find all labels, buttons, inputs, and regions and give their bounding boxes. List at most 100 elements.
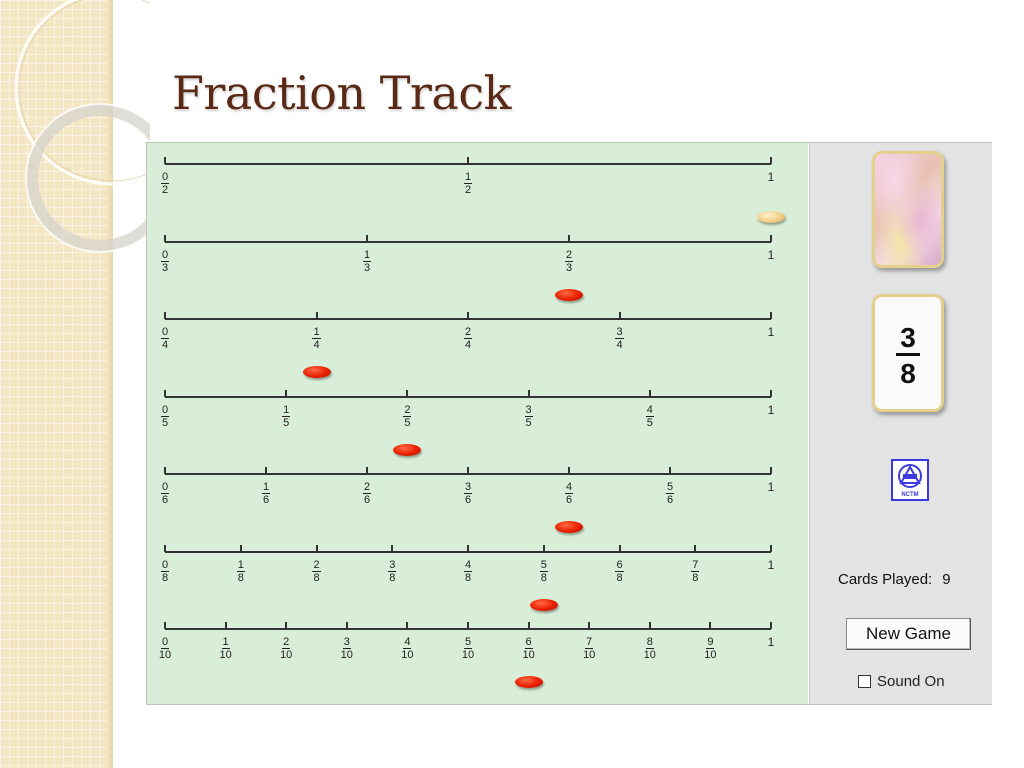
tick-label-whole: 1 bbox=[767, 557, 775, 572]
tick-denominator: 5 bbox=[283, 416, 290, 429]
track-marker[interactable] bbox=[555, 288, 584, 301]
track-tick bbox=[568, 467, 570, 474]
tick-label-fraction: 38 bbox=[377, 559, 407, 585]
current-fraction-card: 3 8 bbox=[872, 294, 944, 412]
tick-numerator: 0 bbox=[160, 171, 170, 184]
control-panel: 3 8 NCTM Cards Played: 9 New Game Sound O… bbox=[809, 143, 992, 704]
card-back-icon[interactable] bbox=[872, 151, 944, 268]
track-tick bbox=[770, 467, 772, 474]
tick-denominator: 10 bbox=[643, 649, 656, 661]
nctm-logo-text: NCTM bbox=[901, 492, 918, 498]
tick-numerator: 1 bbox=[463, 171, 473, 184]
track-board: 0212103132310414243410515253545106162636… bbox=[147, 143, 808, 704]
tick-numerator: 0 bbox=[160, 558, 170, 572]
decorative-rings bbox=[14, 0, 150, 253]
tick-denominator: 10 bbox=[401, 649, 414, 661]
tick-denominator: 3 bbox=[161, 261, 169, 274]
tick-label-fraction: 45 bbox=[635, 404, 665, 430]
tick-denominator: 10 bbox=[522, 649, 535, 661]
track-line bbox=[165, 240, 771, 243]
track-tick bbox=[648, 622, 651, 629]
track-tick bbox=[406, 389, 409, 397]
track-line bbox=[165, 395, 771, 398]
track-tick bbox=[770, 312, 772, 319]
track-marker[interactable] bbox=[555, 521, 584, 533]
nctm-logo-icon[interactable]: NCTM bbox=[891, 459, 929, 501]
track-tick bbox=[315, 312, 318, 319]
track-tick bbox=[366, 234, 368, 242]
track-tick bbox=[770, 544, 772, 552]
new-game-button[interactable]: New Game bbox=[846, 618, 971, 650]
tick-numerator: 0 bbox=[160, 248, 170, 262]
track-tick bbox=[224, 622, 227, 629]
track-tick bbox=[467, 544, 469, 552]
track-tick bbox=[770, 389, 772, 397]
tick-label-whole: 1 bbox=[767, 480, 775, 494]
track-tick bbox=[164, 312, 166, 319]
tick-denominator: 8 bbox=[540, 571, 547, 584]
sound-checkbox[interactable] bbox=[858, 675, 871, 688]
tick-label-fraction: 1 10 bbox=[211, 636, 241, 662]
tick-label-whole: 1 bbox=[767, 170, 775, 184]
track-marker[interactable] bbox=[393, 443, 422, 456]
track-tick bbox=[366, 467, 368, 474]
track-tick bbox=[391, 544, 394, 552]
tick-denominator: 2 bbox=[464, 184, 472, 196]
tick-numerator: 3 bbox=[342, 636, 351, 649]
tick-numerator: 4 bbox=[564, 481, 574, 494]
tick-numerator: 6 bbox=[615, 558, 624, 572]
track-tick bbox=[542, 544, 545, 552]
track-tick bbox=[527, 622, 530, 629]
track-tick bbox=[568, 234, 570, 242]
tick-denominator: 3 bbox=[565, 261, 573, 274]
track-marker[interactable] bbox=[302, 366, 331, 378]
track-tick bbox=[694, 544, 697, 552]
track-tick bbox=[406, 622, 409, 629]
tick-denominator: 6 bbox=[464, 494, 472, 506]
tick-numerator: 3 bbox=[388, 558, 397, 572]
tick-denominator: 8 bbox=[692, 571, 699, 584]
tick-label-fraction: 05 bbox=[150, 404, 180, 430]
tick-denominator: 3 bbox=[363, 261, 371, 274]
tick-denominator: 8 bbox=[161, 571, 169, 584]
tick-label-fraction: 25 bbox=[392, 404, 422, 430]
tick-numerator: 6 bbox=[524, 636, 533, 649]
tick-numerator: 1 bbox=[236, 558, 245, 572]
tick-label-fraction: 6 10 bbox=[514, 636, 544, 662]
tick-denominator: 4 bbox=[464, 339, 472, 351]
track-tick bbox=[467, 622, 469, 629]
tick-denominator: 5 bbox=[161, 416, 169, 429]
tick-label-whole: 1 bbox=[767, 325, 775, 339]
tick-numerator: 2 bbox=[403, 403, 412, 417]
tick-denominator: 10 bbox=[461, 649, 475, 661]
tick-denominator: 6 bbox=[262, 494, 270, 506]
tick-label-fraction: 36 bbox=[453, 481, 483, 507]
track-tick bbox=[618, 312, 621, 319]
tick-label-fraction: 28 bbox=[302, 559, 332, 585]
tick-label-fraction: 06 bbox=[150, 481, 180, 507]
track-marker[interactable] bbox=[529, 598, 558, 611]
tick-denominator: 6 bbox=[161, 494, 169, 506]
track-tick bbox=[164, 389, 166, 397]
tick-label-whole: 1 bbox=[767, 247, 775, 262]
tick-numerator: 2 bbox=[564, 248, 574, 262]
fraction-track-10: 0 10 1 10 2 10 3 10 4 10 5 10 6 10 7 10 8 10 9 10 1 bbox=[159, 622, 774, 698]
tick-denominator: 10 bbox=[583, 649, 596, 661]
track-tick bbox=[164, 234, 166, 242]
track-marker[interactable] bbox=[514, 676, 543, 688]
tick-label-fraction: 78 bbox=[680, 559, 710, 585]
tick-denominator: 4 bbox=[616, 339, 623, 351]
fraction-track-applet: 0212103132310414243410515253545106162636… bbox=[146, 142, 992, 705]
tick-label-fraction: 68 bbox=[605, 559, 635, 585]
tick-label-fraction: 18 bbox=[226, 559, 256, 585]
track-marker[interactable] bbox=[757, 211, 785, 223]
sound-toggle[interactable]: Sound On bbox=[858, 673, 945, 690]
tick-numerator: 2 bbox=[312, 558, 321, 572]
track-tick bbox=[285, 389, 288, 397]
tick-denominator: 5 bbox=[525, 416, 532, 429]
tick-numerator: 9 bbox=[706, 636, 715, 649]
tick-denominator: 4 bbox=[161, 339, 169, 351]
tick-label-fraction: 23 bbox=[554, 249, 584, 275]
tick-label-fraction: 14 bbox=[302, 326, 332, 352]
tick-denominator: 8 bbox=[313, 571, 320, 584]
